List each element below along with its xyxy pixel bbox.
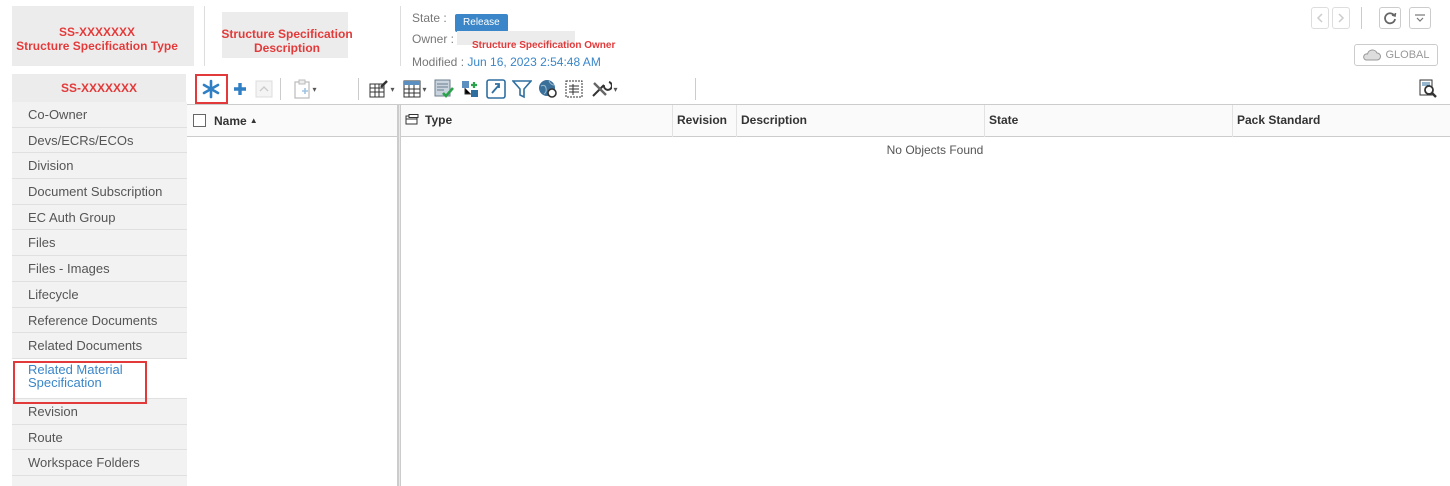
structure-tree-pane: Name ▲ bbox=[187, 105, 398, 486]
toolbar-divider bbox=[280, 78, 281, 100]
page-search-button[interactable] bbox=[1417, 78, 1439, 100]
collapse-icon bbox=[1415, 14, 1425, 22]
sidebar-item-route[interactable]: Route bbox=[12, 425, 187, 451]
sidebar-item-files-images[interactable]: Files - Images bbox=[12, 256, 187, 282]
dropdown-caret-icon: ▾ bbox=[422, 84, 427, 94]
state-row: State : Release bbox=[412, 11, 508, 32]
column-chooser-icon bbox=[405, 114, 419, 125]
grid-column-type-label: Type bbox=[425, 113, 453, 127]
sidebar-item-co-owner[interactable]: Co-Owner bbox=[12, 102, 187, 128]
sidebar-item-revision[interactable]: Revision bbox=[12, 399, 187, 425]
funnel-icon bbox=[512, 80, 532, 99]
sidebar-item-ec-auth-group[interactable]: EC Auth Group bbox=[12, 205, 187, 231]
object-description-line1: Structure Specification bbox=[221, 27, 353, 41]
search-page-icon bbox=[1419, 79, 1437, 98]
plus-icon bbox=[234, 83, 246, 95]
state-badge[interactable]: Release bbox=[455, 14, 508, 32]
object-header: SS-XXXXXXX Structure Specification Type … bbox=[0, 0, 1450, 74]
global-button[interactable]: GLOBAL bbox=[1354, 44, 1438, 66]
toolbar-divider bbox=[358, 78, 359, 100]
sidebar-item-devs-ecrs-ecos[interactable]: Devs/ECRs/ECOs bbox=[12, 128, 187, 154]
add-structure-icon bbox=[462, 81, 478, 97]
grid-column-pack-standard[interactable]: Pack Standard bbox=[1233, 105, 1450, 137]
clipboard-icon bbox=[294, 79, 311, 99]
grid-column-revision[interactable]: Revision bbox=[673, 105, 737, 137]
header-divider bbox=[204, 6, 205, 66]
remove-button[interactable] bbox=[253, 78, 275, 100]
owner-value: Structure Specification Owner bbox=[472, 40, 616, 51]
action-toolbar: ▾ ▾ ▾ ▾ bbox=[187, 74, 1450, 104]
global-label: GLOBAL bbox=[1385, 49, 1430, 61]
search-globe-button[interactable] bbox=[537, 78, 559, 100]
disconnect-icon bbox=[255, 80, 273, 98]
tools-menu-button[interactable]: ▾ bbox=[589, 78, 619, 100]
empty-message: No Objects Found bbox=[886, 143, 984, 157]
tools-icon bbox=[592, 81, 613, 97]
export-table-button[interactable] bbox=[563, 78, 585, 100]
toolbar-divider bbox=[1361, 7, 1362, 29]
grid-column-state[interactable]: State bbox=[985, 105, 1233, 137]
add-to-structure-button[interactable] bbox=[459, 78, 481, 100]
edit-table-button[interactable]: ▾ bbox=[367, 78, 397, 100]
object-description-line2: Description bbox=[253, 41, 320, 55]
sidebar-item-document-subscription[interactable]: Document Subscription bbox=[12, 179, 187, 205]
forward-button[interactable] bbox=[1332, 7, 1350, 29]
refresh-button[interactable] bbox=[1379, 7, 1401, 29]
grid-header: Type Revision Description State Pack Sta… bbox=[401, 105, 1450, 137]
sidebar-item-workspace-folders[interactable]: Workspace Folders bbox=[12, 450, 187, 476]
sort-ascending-icon: ▲ bbox=[249, 116, 258, 125]
history-nav bbox=[1311, 7, 1350, 29]
modified-row: Modified : Jun 16, 2023 2:54:48 AM bbox=[412, 55, 601, 69]
object-type: Structure Specification Type bbox=[16, 39, 178, 53]
modified-value: Jun 16, 2023 2:54:48 AM bbox=[467, 55, 601, 69]
object-id: SS-XXXXXXX bbox=[58, 25, 136, 39]
sidebar-title: SS-XXXXXXX bbox=[12, 74, 186, 102]
clipboard-menu-button[interactable]: ▾ bbox=[290, 78, 320, 100]
dropdown-caret-icon: ▾ bbox=[312, 84, 317, 94]
name-column-label: Name bbox=[214, 113, 247, 128]
back-button[interactable] bbox=[1311, 7, 1329, 29]
table-export-icon bbox=[565, 80, 583, 98]
chevron-left-icon bbox=[1316, 13, 1323, 23]
validate-button[interactable] bbox=[433, 78, 455, 100]
sidebar-item-related-material-specification[interactable]: Related Material Specification bbox=[12, 358, 187, 399]
select-all-checkbox[interactable] bbox=[193, 114, 206, 127]
header-divider bbox=[400, 6, 401, 66]
sidebar-item-lifecycle[interactable]: Lifecycle bbox=[12, 282, 187, 308]
cycle-icon bbox=[486, 79, 506, 99]
refresh-icon bbox=[1384, 12, 1397, 25]
collapse-header-button[interactable] bbox=[1409, 7, 1431, 29]
globe-search-icon bbox=[539, 80, 557, 98]
edit-table-icon bbox=[369, 80, 389, 98]
sidebar-item-files[interactable]: Files bbox=[12, 230, 187, 257]
name-column-header[interactable]: Name ▲ bbox=[187, 105, 397, 137]
toolbar-divider bbox=[695, 78, 696, 100]
create-new-highlight bbox=[195, 74, 228, 104]
category-sidebar: Co-Owner Devs/ECRs/ECOs Division Documen… bbox=[12, 102, 187, 486]
modified-label: Modified : bbox=[412, 55, 465, 69]
sidebar-item-related-documents[interactable]: Related Documents bbox=[12, 333, 187, 359]
sidebar-item-division[interactable]: Division bbox=[12, 153, 187, 180]
state-label: State : bbox=[412, 11, 447, 25]
cloud-icon bbox=[1363, 49, 1382, 61]
details-grid: Type Revision Description State Pack Sta… bbox=[401, 105, 1450, 486]
owner-label: Owner : bbox=[412, 32, 455, 46]
chevron-right-icon bbox=[1338, 13, 1345, 23]
table-view-icon bbox=[403, 80, 421, 98]
grid-column-description[interactable]: Description bbox=[737, 105, 985, 137]
table-view-button[interactable]: ▾ bbox=[400, 78, 430, 100]
add-existing-button[interactable] bbox=[229, 78, 251, 100]
refresh-list-button[interactable] bbox=[485, 78, 507, 100]
filter-button[interactable] bbox=[511, 78, 533, 100]
content-area: Name ▲ Type Revision Description State P… bbox=[187, 104, 1450, 486]
grid-column-type[interactable]: Type bbox=[401, 105, 673, 137]
dropdown-caret-icon: ▾ bbox=[613, 84, 618, 94]
sidebar-item-reference-documents[interactable]: Reference Documents bbox=[12, 308, 187, 334]
checklist-icon bbox=[434, 79, 454, 98]
dropdown-caret-icon: ▾ bbox=[390, 84, 395, 94]
